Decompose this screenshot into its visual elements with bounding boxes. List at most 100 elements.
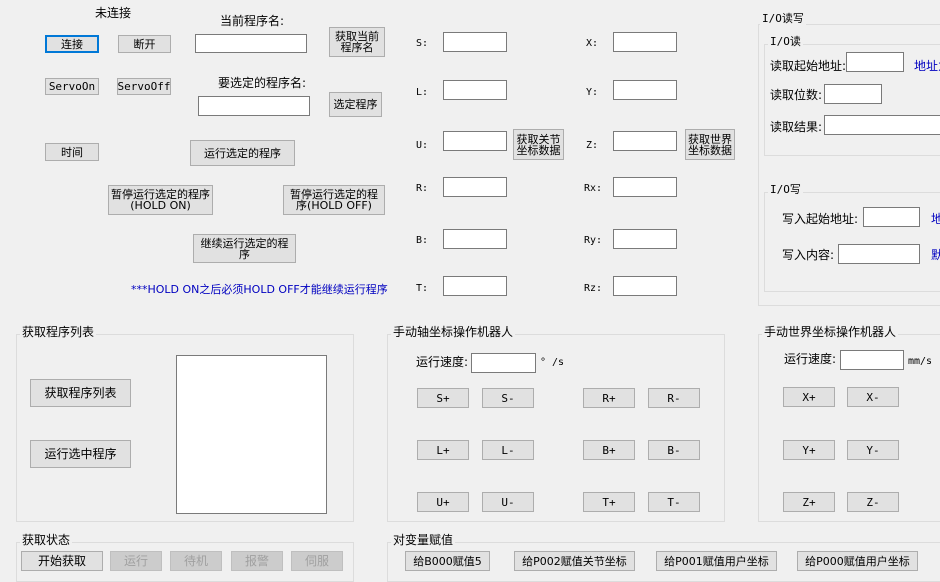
x-plus-button[interactable]: X+ xyxy=(783,387,835,407)
b-plus-button[interactable]: B+ xyxy=(583,440,635,460)
select-program-button[interactable]: 选定程序 xyxy=(329,92,382,117)
write-start-label: 写入起始地址: xyxy=(782,212,859,226)
servo-off-button[interactable]: ServoOff xyxy=(117,78,171,95)
get-world-coords-button[interactable]: 获取世界坐标数据 xyxy=(685,129,735,160)
read-count-label: 读取位数: xyxy=(770,88,823,102)
r-label: R: xyxy=(416,183,429,194)
write-address-hint: 地 xyxy=(931,212,940,226)
current-program-label: 当前程序名: xyxy=(220,14,285,28)
get-program-list-button[interactable]: 获取程序列表 xyxy=(30,379,131,407)
read-count-input[interactable] xyxy=(824,84,882,104)
z-label: Z: xyxy=(586,140,599,151)
assign-p002-button[interactable]: 给P002赋值关节坐标 xyxy=(514,551,635,571)
write-start-input[interactable] xyxy=(863,207,920,227)
io-write-title: I/O写 xyxy=(768,183,803,197)
run-selected-list-program-button[interactable]: 运行选中程序 xyxy=(30,440,131,468)
write-default-hint: 默 xyxy=(931,248,940,262)
program-listbox[interactable] xyxy=(176,355,327,514)
continue-program-button[interactable]: 继续运行选定的程序 xyxy=(193,234,296,263)
b-minus-button[interactable]: B- xyxy=(648,440,700,460)
hold-off-button[interactable]: 暂停运行选定的程序(HOLD OFF) xyxy=(283,185,385,215)
axis-speed-unit: ° /s xyxy=(540,357,565,368)
x-value-input[interactable] xyxy=(613,32,677,52)
variable-title: 对变量赋值 xyxy=(391,533,456,547)
l-label: L: xyxy=(416,87,429,98)
t-label: T: xyxy=(416,283,429,294)
read-address-hint: 地址为 xyxy=(914,59,940,73)
u-value-input[interactable] xyxy=(443,131,507,151)
status-title: 获取状态 xyxy=(20,533,73,547)
status-standby-indicator: 待机 xyxy=(170,551,222,571)
io-read-title: I/O读 xyxy=(768,35,803,49)
u-plus-button[interactable]: U+ xyxy=(417,492,469,512)
r-plus-button[interactable]: R+ xyxy=(583,388,635,408)
run-selected-program-button[interactable]: 运行选定的程序 xyxy=(190,140,295,166)
y-value-input[interactable] xyxy=(613,80,677,100)
x-minus-button[interactable]: X- xyxy=(847,387,899,407)
s-value-input[interactable] xyxy=(443,32,507,52)
current-program-input[interactable] xyxy=(195,34,307,53)
axis-speed-input[interactable] xyxy=(471,353,536,373)
t-minus-button[interactable]: T- xyxy=(648,492,700,512)
read-start-input[interactable] xyxy=(846,52,904,72)
select-program-input[interactable] xyxy=(198,96,310,116)
x-label: X: xyxy=(586,38,599,49)
status-servo-indicator: 伺服 xyxy=(291,551,343,571)
world-speed-input[interactable] xyxy=(840,350,904,370)
b-label: B: xyxy=(416,235,429,246)
z-minus-button[interactable]: Z- xyxy=(847,492,899,512)
t-value-input[interactable] xyxy=(443,276,507,296)
r-minus-button[interactable]: R- xyxy=(648,388,700,408)
y-label: Y: xyxy=(586,87,599,98)
time-button[interactable]: 时间 xyxy=(45,143,99,161)
ry-value-input[interactable] xyxy=(613,229,677,249)
connect-button[interactable]: 连接 xyxy=(45,35,99,53)
world-speed-unit: mm/s xyxy=(908,356,933,367)
get-joint-coords-button[interactable]: 获取关节坐标数据 xyxy=(513,129,564,160)
disconnect-button[interactable]: 断开 xyxy=(118,35,171,53)
u-minus-button[interactable]: U- xyxy=(482,492,534,512)
l-value-input[interactable] xyxy=(443,80,507,100)
assign-b000-button[interactable]: 给B000赋值5 xyxy=(405,551,490,571)
b-value-input[interactable] xyxy=(443,229,507,249)
rz-value-input[interactable] xyxy=(613,276,677,296)
status-alarm-indicator: 报警 xyxy=(231,551,283,571)
rx-label: Rx: xyxy=(584,183,603,194)
z-value-input[interactable] xyxy=(613,131,677,151)
select-program-label: 要选定的程序名: xyxy=(218,76,307,90)
r-value-input[interactable] xyxy=(443,177,507,197)
s-label: S: xyxy=(416,38,429,49)
servo-on-button[interactable]: ServoOn xyxy=(45,78,99,95)
read-result-label: 读取结果: xyxy=(770,120,823,134)
manual-axis-title: 手动轴坐标操作机器人 xyxy=(391,325,516,339)
rx-value-input[interactable] xyxy=(613,177,677,197)
t-plus-button[interactable]: T+ xyxy=(583,492,635,512)
world-speed-label: 运行速度: xyxy=(784,352,837,366)
get-current-program-button[interactable]: 获取当前程序名 xyxy=(329,27,385,57)
hold-on-button[interactable]: 暂停运行选定的程序(HOLD ON) xyxy=(108,185,213,215)
status-run-indicator: 运行 xyxy=(110,551,162,571)
u-label: U: xyxy=(416,140,429,151)
l-minus-button[interactable]: L- xyxy=(482,440,534,460)
ry-label: Ry: xyxy=(584,235,603,246)
rz-label: Rz: xyxy=(584,283,603,294)
y-minus-button[interactable]: Y- xyxy=(847,440,899,460)
write-content-input[interactable] xyxy=(838,244,920,264)
l-plus-button[interactable]: L+ xyxy=(417,440,469,460)
z-plus-button[interactable]: Z+ xyxy=(783,492,835,512)
manual-world-title: 手动世界坐标操作机器人 xyxy=(762,325,899,339)
connection-status: 未连接 xyxy=(95,6,132,20)
start-status-button[interactable]: 开始获取 xyxy=(21,551,103,571)
program-list-title: 获取程序列表 xyxy=(20,325,97,339)
assign-p001-button[interactable]: 给P001赋值用户坐标 xyxy=(656,551,777,571)
read-result-input[interactable] xyxy=(824,115,940,135)
s-plus-button[interactable]: S+ xyxy=(417,388,469,408)
s-minus-button[interactable]: S- xyxy=(482,388,534,408)
io-group-title: I/O读写 xyxy=(760,12,806,26)
axis-speed-label: 运行速度: xyxy=(416,355,469,369)
y-plus-button[interactable]: Y+ xyxy=(783,440,835,460)
hold-note-text: ***HOLD ON之后必须HOLD OFF才能继续运行程序 xyxy=(131,283,388,296)
read-start-label: 读取起始地址: xyxy=(770,59,847,73)
write-content-label: 写入内容: xyxy=(782,248,835,262)
assign-p000-button[interactable]: 给P000赋值用户坐标 xyxy=(797,551,918,571)
